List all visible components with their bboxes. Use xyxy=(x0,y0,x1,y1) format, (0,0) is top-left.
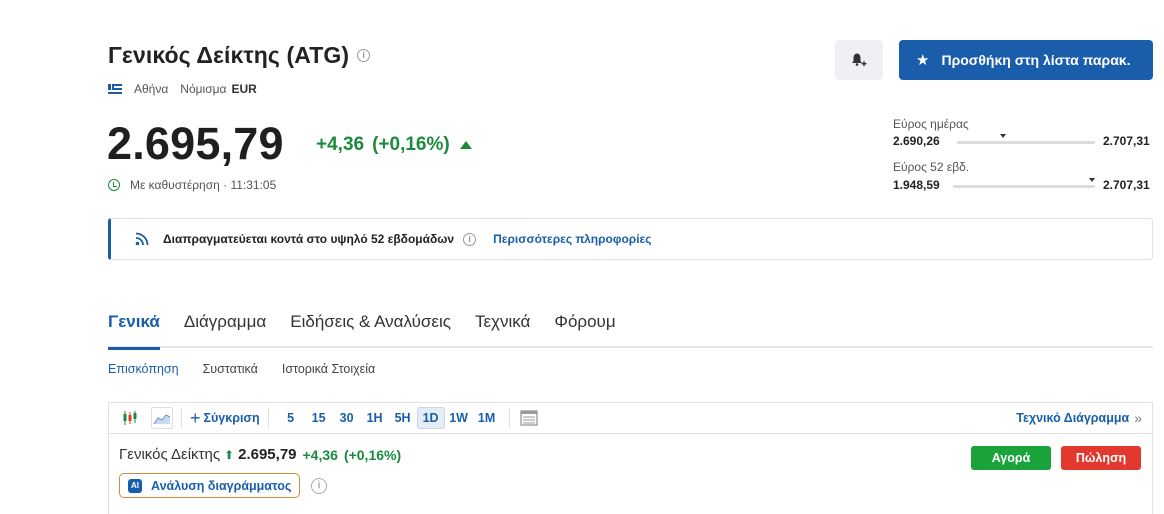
day-range-marker xyxy=(999,134,1006,138)
rss-icon xyxy=(135,232,149,246)
day-range-bar xyxy=(957,134,1095,144)
week52-range-high: 2.707,31 xyxy=(1103,178,1150,192)
period-1m[interactable]: 1M xyxy=(473,407,501,429)
tab-chart[interactable]: Διάγραμμα xyxy=(184,310,266,348)
day-range-label: Εύρος ημέρας xyxy=(893,117,969,131)
quote-change-percent: (+0,16%) xyxy=(343,446,402,463)
area-chart-icon[interactable] xyxy=(151,407,173,429)
ai-icon: AI xyxy=(128,478,142,493)
alert-button[interactable] xyxy=(835,40,883,80)
week52-range-marker xyxy=(1089,178,1096,182)
instrument-meta: Αθήνα Νόμισμα EUR xyxy=(108,82,257,96)
tab-forum[interactable]: Φόρουμ xyxy=(554,310,615,348)
technical-chart-label: Τεχνικό Διάγραμμα xyxy=(1016,411,1130,425)
week52-range-label: Εύρος 52 εβδ. xyxy=(893,160,970,174)
quote-change: +4,36 xyxy=(302,446,338,463)
info-icon[interactable]: i xyxy=(311,478,327,494)
day-range-low: 2.690,26 xyxy=(893,134,940,148)
period-5[interactable]: 5 xyxy=(277,407,305,429)
table-icon[interactable] xyxy=(518,407,540,429)
period-1h[interactable]: 1H xyxy=(361,407,389,429)
change-value: +4,36 xyxy=(316,134,365,155)
sub-tabs: Επισκόπηση Συστατικά Ιστορικά Στοιχεία xyxy=(108,362,399,376)
clock-icon xyxy=(108,179,120,191)
week52-range-low: 1.948,59 xyxy=(893,178,940,192)
divider xyxy=(267,408,269,428)
week52-range-bar xyxy=(953,178,1096,188)
subtab-overview[interactable]: Επισκόπηση xyxy=(108,362,179,376)
buy-button[interactable]: Αγορά xyxy=(971,446,1051,470)
period-1d[interactable]: 1D xyxy=(416,407,445,429)
plus-icon: + xyxy=(190,407,201,428)
quote-name: Γενικός Δείκτης xyxy=(119,446,221,463)
add-to-watchlist-button[interactable]: ★ Προσθήκη στη λίστα παρακ. xyxy=(899,40,1153,80)
chart-quote: Γενικός Δείκτης ⬆ 2.695,79 +4,36 (+0,16%… xyxy=(119,446,401,463)
price-change: +4,36 (+0,16%) xyxy=(316,134,472,156)
subtab-components[interactable]: Συστατικά xyxy=(203,362,258,376)
delay-status: Με καθυστέρηση · 11:31:05 xyxy=(108,178,276,192)
divider xyxy=(508,408,510,428)
technical-chart-link[interactable]: Τεχνικό Διάγραμμα » xyxy=(1016,410,1142,426)
sell-button[interactable]: Πώληση xyxy=(1061,446,1141,470)
quote-price: 2.695,79 xyxy=(238,446,297,463)
last-price: 2.695,79 xyxy=(107,118,284,169)
compare-button[interactable]: + Σύγκριση xyxy=(190,408,260,429)
candlestick-icon[interactable] xyxy=(119,407,141,429)
period-15[interactable]: 15 xyxy=(305,407,333,429)
tab-news-analysis[interactable]: Ειδήσεις & Αναλύσεις xyxy=(290,310,451,348)
page-title: Γενικός Δείκτης (ATG) i xyxy=(108,42,371,69)
exchange-name: Αθήνα xyxy=(134,82,169,96)
currency-value: EUR xyxy=(231,82,257,96)
tab-technical[interactable]: Τεχνικά xyxy=(475,310,530,348)
tab-general[interactable]: Γενικά xyxy=(108,310,160,350)
up-arrow-icon: ⬆ xyxy=(224,447,235,462)
subtab-historical[interactable]: Ιστορικά Στοιχεία xyxy=(282,362,375,376)
compare-label: Σύγκριση xyxy=(203,411,260,425)
main-tabs: Γενικά Διάγραμμα Ειδήσεις & Αναλύσεις Τε… xyxy=(108,310,1153,350)
double-chevron-icon: » xyxy=(1134,410,1142,426)
instrument-title: Γενικός Δείκτης (ATG) xyxy=(108,42,350,68)
chart-analysis-label: Ανάλυση διαγράμματος xyxy=(151,478,292,493)
day-range-high: 2.707,31 xyxy=(1103,134,1150,148)
info-icon[interactable]: i xyxy=(357,49,371,62)
more-info-link[interactable]: Περισσότερες πληροφορίες xyxy=(493,232,651,246)
star-icon: ★ xyxy=(916,52,930,69)
delay-text: Με καθυστέρηση · 11:31:05 xyxy=(130,178,277,192)
change-percent: (+0,16%) xyxy=(372,134,450,155)
period-5h[interactable]: 5H xyxy=(389,407,417,429)
greece-flag-icon xyxy=(108,84,122,94)
divider xyxy=(181,408,182,428)
info-icon[interactable]: i xyxy=(463,232,477,246)
watchlist-label: Προσθήκη στη λίστα παρακ. xyxy=(941,52,1131,68)
chart-analysis-button[interactable]: AI Ανάλυση διαγράμματος xyxy=(119,473,301,498)
news-banner: Διαπραγματεύεται κοντά στο υψηλό 52 εβδο… xyxy=(108,218,1153,260)
banner-message: Διαπραγματεύεται κοντά στο υψηλό 52 εβδο… xyxy=(163,232,455,246)
period-30[interactable]: 30 xyxy=(333,407,361,429)
up-arrow-icon xyxy=(459,141,472,149)
bell-plus-icon xyxy=(852,53,867,67)
chart-toolbar: + Σύγκριση 5 15 30 1H 5H 1D 1W 1M Τεχνικ… xyxy=(108,402,1153,434)
currency-label: Νόμισμα xyxy=(180,82,227,96)
period-1w[interactable]: 1W xyxy=(445,407,473,429)
